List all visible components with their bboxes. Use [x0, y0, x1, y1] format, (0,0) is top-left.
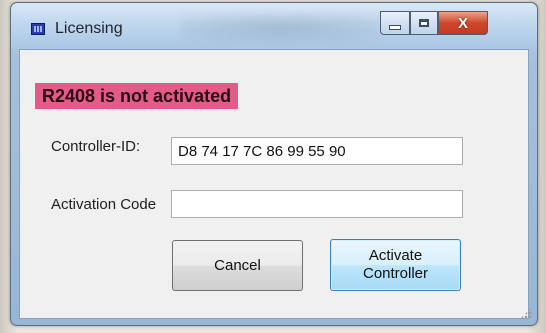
controller-id-field[interactable]	[171, 137, 463, 165]
activation-code-label: Activation Code	[51, 196, 157, 213]
activation-code-field[interactable]	[171, 190, 463, 218]
activation-status-banner: R2408 is not activated	[35, 83, 239, 109]
title-bar[interactable]: Licensing X	[11, 3, 537, 49]
window-title: Licensing	[55, 20, 123, 37]
minimize-icon	[389, 24, 401, 30]
close-button[interactable]: X	[438, 11, 488, 35]
cancel-button[interactable]: Cancel	[172, 240, 303, 291]
close-icon: X	[457, 14, 468, 32]
activate-button-line2: Controller	[362, 265, 429, 282]
activate-controller-button[interactable]: Activate Controller	[330, 239, 461, 291]
title-bar-reflection	[181, 13, 381, 43]
maximize-icon	[419, 19, 429, 27]
controller-id-label: Controller-ID:	[51, 138, 141, 155]
activate-button-line1: Activate	[368, 247, 423, 264]
app-icon[interactable]	[31, 23, 45, 35]
maximize-button[interactable]	[410, 11, 438, 35]
minimize-button[interactable]	[380, 11, 410, 35]
